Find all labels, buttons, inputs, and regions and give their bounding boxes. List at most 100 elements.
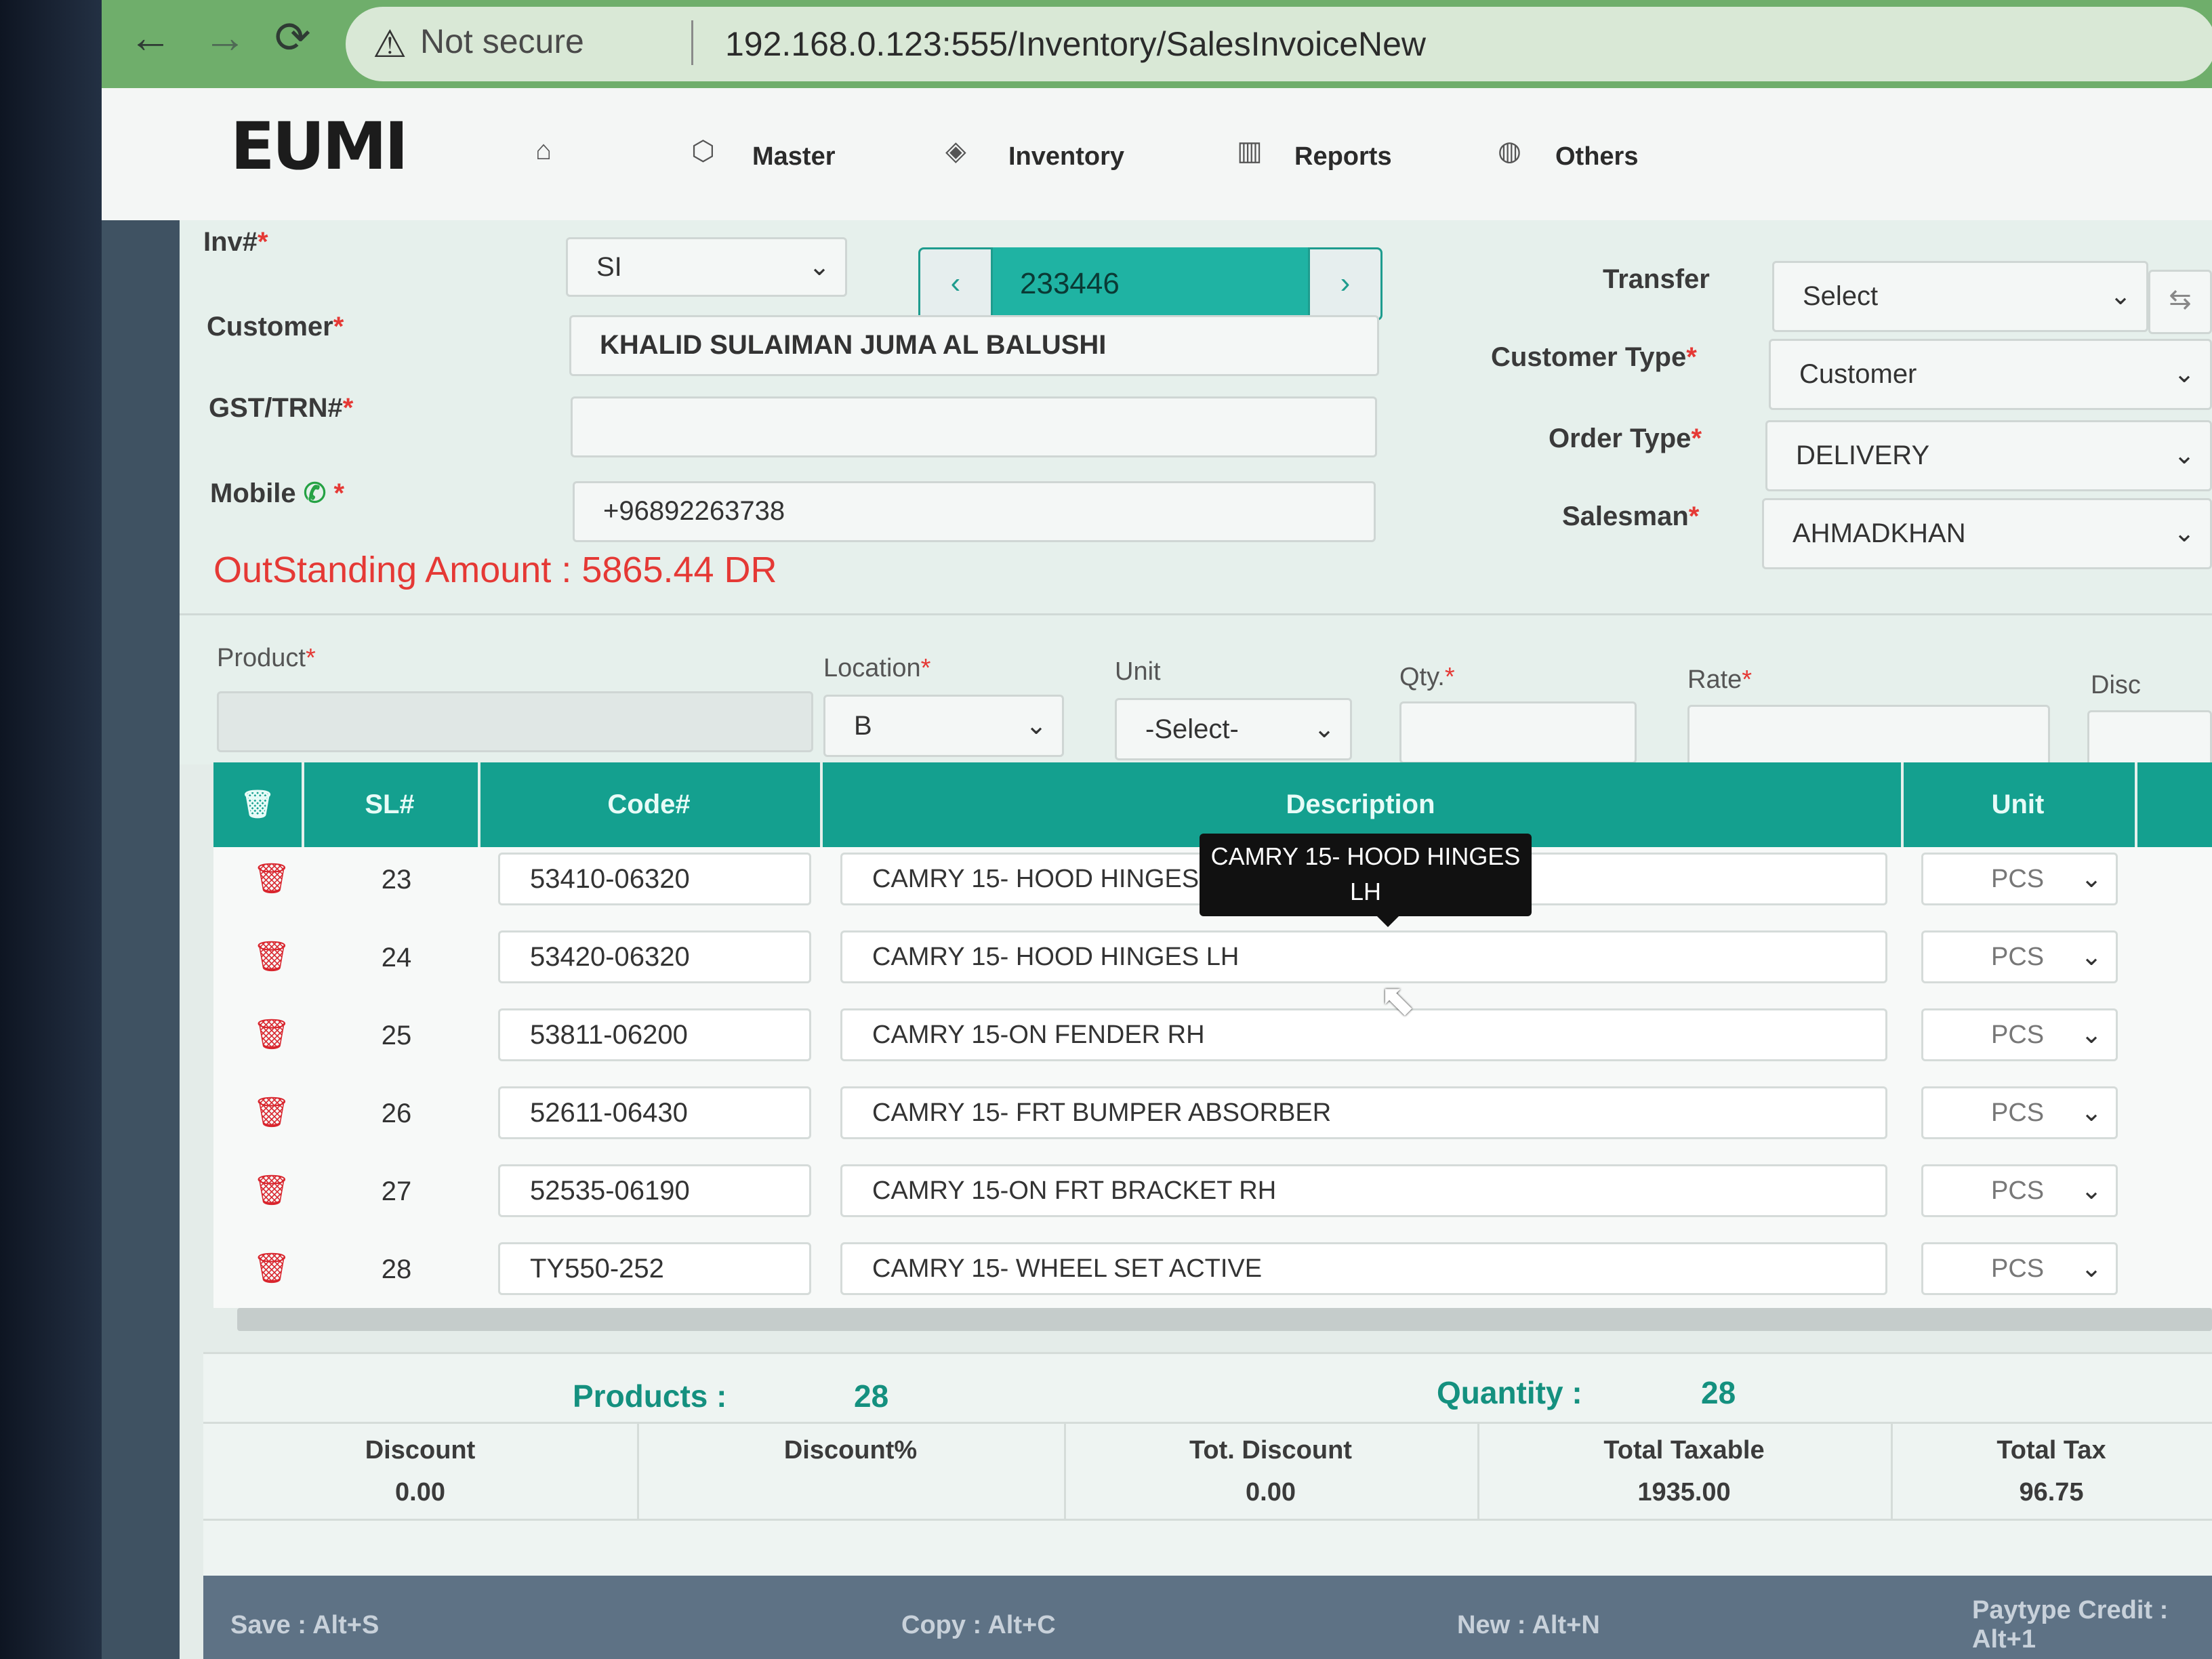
order-type-select[interactable]: DELIVERY ⌄ xyxy=(1765,420,2212,491)
description-tooltip: CAMRY 15- HOOD HINGES LH xyxy=(1200,834,1532,916)
logo-text: EUMI xyxy=(230,108,409,184)
salesman-value: AHMADKHAN xyxy=(1793,518,1966,548)
transfer-select[interactable]: Select ⌄ xyxy=(1772,261,2148,332)
row-description[interactable]: CAMRY 15- HOOD HINGES LH xyxy=(840,930,1887,983)
delete-icon[interactable]: 🗑 xyxy=(253,939,291,974)
row-code[interactable]: 52535-06190 xyxy=(498,1164,811,1217)
chevron-down-icon: ⌄ xyxy=(2081,1176,2102,1205)
delete-icon[interactable]: 🗑 xyxy=(253,1250,291,1286)
app-logo[interactable]: EUMI xyxy=(230,108,409,184)
gst-field[interactable] xyxy=(571,396,1377,457)
forward-icon[interactable]: → xyxy=(203,12,247,62)
prev-invoice-button[interactable]: ‹ xyxy=(918,247,993,321)
customer-type-value: Customer xyxy=(1799,359,1917,389)
salesman-select[interactable]: AHMADKHAN ⌄ xyxy=(1762,498,2212,569)
qty-label: Qty.* xyxy=(1399,663,1455,691)
monitor-bezel xyxy=(0,0,102,1659)
total-taxable-label: Total Taxable xyxy=(1603,1436,1765,1465)
invoice-number[interactable]: 233446 xyxy=(993,247,1308,321)
discount-pct-cell: Discount% xyxy=(637,1424,1066,1519)
inv-type-select[interactable]: SI ⌄ xyxy=(566,237,847,297)
swap-icon[interactable]: ⇆ xyxy=(2148,270,2212,334)
unit-value: -Select- xyxy=(1145,714,1239,744)
row-unit-select[interactable]: PCS ⌄ xyxy=(1921,1242,2118,1295)
table-row: 🗑 27 52535-06190 CAMRY 15-ON FRT BRACKET… xyxy=(213,1159,2212,1237)
delete-all-icon[interactable]: 🗑 xyxy=(213,762,304,847)
table-row: 🗑 25 53811-06200 CAMRY 15-ON FENDER RH P… xyxy=(213,1003,2212,1081)
delete-icon[interactable]: 🗑 xyxy=(253,1017,291,1052)
delete-icon[interactable]: 🗑 xyxy=(253,1094,291,1130)
mobile-field[interactable]: +96892263738 xyxy=(573,481,1376,542)
home-icon[interactable]: ⌂ xyxy=(535,136,552,166)
menu-others[interactable]: Others xyxy=(1555,142,1638,171)
menu-master[interactable]: Master xyxy=(752,142,836,171)
row-code[interactable]: TY550-252 xyxy=(498,1242,811,1295)
row-unit-value: PCS xyxy=(1991,1099,2045,1127)
transfer-value: Select xyxy=(1803,281,1879,311)
address-bar[interactable]: ⚠ Not secure 192.168.0.123:555/Inventory… xyxy=(346,7,2212,81)
delete-icon[interactable]: 🗑 xyxy=(253,861,291,896)
row-code[interactable]: 53811-06200 xyxy=(498,1008,811,1061)
order-type-label: Order Type* xyxy=(1549,424,1702,453)
row-sl: 23 xyxy=(381,865,412,895)
reload-icon[interactable]: ⟳ xyxy=(274,12,311,63)
row-sl: 24 xyxy=(381,943,412,972)
warning-icon: ⚠ xyxy=(373,22,407,65)
row-unit-select[interactable]: PCS ⌄ xyxy=(1921,1164,2118,1217)
row-description[interactable]: CAMRY 15- FRT BUMPER ABSORBER xyxy=(840,1086,1887,1139)
row-code[interactable]: 53420-06320 xyxy=(498,930,811,983)
total-taxable-cell: Total Taxable 1935.00 xyxy=(1477,1424,1893,1519)
rate-input[interactable] xyxy=(1687,705,2050,767)
items-table-body: 🗑 23 53410-06320 CAMRY 15- HOOD HINGES P… xyxy=(213,847,2212,1308)
row-unit-select[interactable]: PCS ⌄ xyxy=(1921,930,2118,983)
row-unit-select[interactable]: PCS ⌄ xyxy=(1921,1086,2118,1139)
row-unit-select[interactable]: PCS ⌄ xyxy=(1921,853,2118,905)
save-shortcut[interactable]: Save : Alt+S xyxy=(230,1611,379,1640)
chevron-down-icon: ⌄ xyxy=(1313,715,1335,743)
row-description[interactable]: CAMRY 15- WHEEL SET ACTIVE xyxy=(840,1242,1887,1295)
qty-input[interactable] xyxy=(1399,701,1637,764)
menu-reports[interactable]: Reports xyxy=(1294,142,1392,171)
product-label: Product* xyxy=(217,644,316,672)
order-type-value: DELIVERY xyxy=(1796,441,1930,470)
menu-inventory[interactable]: Inventory xyxy=(1008,142,1124,171)
new-shortcut[interactable]: New : Alt+N xyxy=(1457,1611,1600,1640)
discount-pct-label: Discount% xyxy=(783,1436,918,1465)
customer-field[interactable]: KHALID SULAIMAN JUMA AL BALUSHI xyxy=(569,315,1379,376)
cube-icon: ⬡ xyxy=(691,136,715,166)
row-description[interactable]: CAMRY 15-ON FRT BRACKET RH xyxy=(840,1164,1887,1217)
chevron-down-icon: ⌄ xyxy=(2081,1099,2102,1127)
inv-type-value: SI xyxy=(596,252,622,282)
next-invoice-button[interactable]: › xyxy=(1308,247,1382,321)
url-text[interactable]: 192.168.0.123:555/Inventory/SalesInvoice… xyxy=(725,24,1426,64)
back-icon[interactable]: ← xyxy=(129,12,172,62)
row-sl: 28 xyxy=(381,1254,412,1284)
horizontal-scrollbar[interactable] xyxy=(237,1308,2212,1331)
app-header: EUMI ⌂ ⬡ Master ◈ Inventory ▥ Reports ◍ … xyxy=(102,88,2212,223)
row-description[interactable]: CAMRY 15-ON FENDER RH xyxy=(840,1008,1887,1061)
copy-shortcut[interactable]: Copy : Alt+C xyxy=(901,1611,1056,1640)
inv-label: Inv#* xyxy=(203,227,268,257)
shortcut-footer: Save : Alt+S Copy : Alt+C New : Alt+N Pa… xyxy=(203,1576,2212,1659)
product-input[interactable] xyxy=(217,691,813,752)
row-code[interactable]: 53410-06320 xyxy=(498,853,811,905)
customer-type-select[interactable]: Customer ⌄ xyxy=(1769,339,2212,410)
discount-value[interactable]: 0.00 xyxy=(203,1478,637,1507)
bar-chart-icon: ▥ xyxy=(1237,136,1263,166)
col-unit: Unit xyxy=(1901,762,2137,847)
discount-label: Discount xyxy=(365,1436,476,1465)
chevron-left-icon: ‹ xyxy=(950,266,961,300)
discount-cell: Discount 0.00 xyxy=(203,1424,639,1519)
unit-select[interactable]: -Select- ⌄ xyxy=(1115,698,1352,760)
quantity-value: 28 xyxy=(1701,1375,1736,1410)
chevron-down-icon: ⌄ xyxy=(2081,865,2102,893)
row-unit-select[interactable]: PCS ⌄ xyxy=(1921,1008,2118,1061)
quantity-label: Quantity : xyxy=(1437,1375,1582,1410)
row-unit-value: PCS xyxy=(1991,1176,2045,1205)
totals-row: Discount 0.00 Discount% Tot. Discount 0.… xyxy=(203,1422,2212,1521)
row-code[interactable]: 52611-06430 xyxy=(498,1086,811,1139)
paytype-credit-shortcut[interactable]: Paytype Credit : Alt+1 xyxy=(1972,1596,2212,1654)
delete-icon[interactable]: 🗑 xyxy=(253,1172,291,1208)
location-select[interactable]: B ⌄ xyxy=(823,695,1064,757)
chevron-down-icon: ⌄ xyxy=(2110,282,2131,310)
